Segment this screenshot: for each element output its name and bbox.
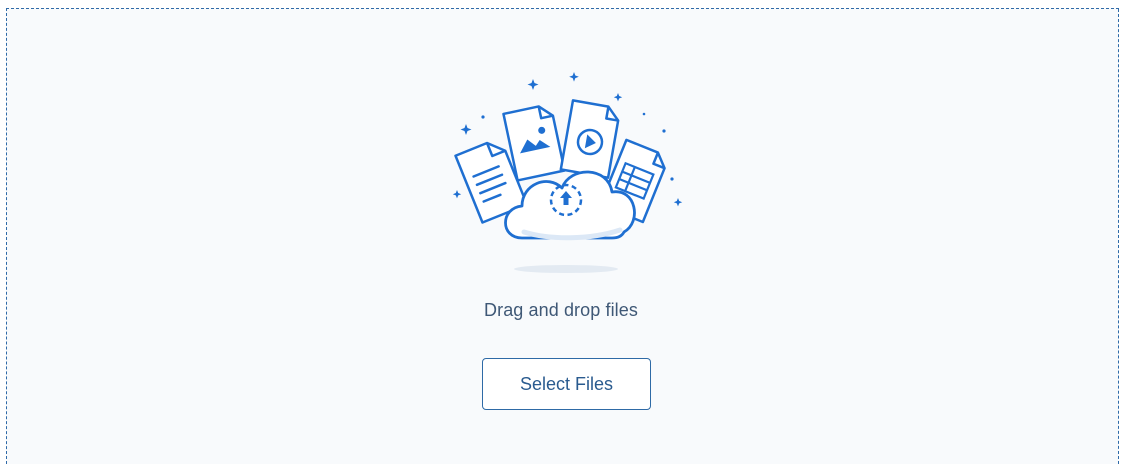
select-files-button[interactable]: Select Files bbox=[482, 358, 651, 410]
cloud-upload-with-files-icon bbox=[452, 72, 683, 273]
drop-prompt-text: Drag and drop files bbox=[484, 300, 638, 320]
